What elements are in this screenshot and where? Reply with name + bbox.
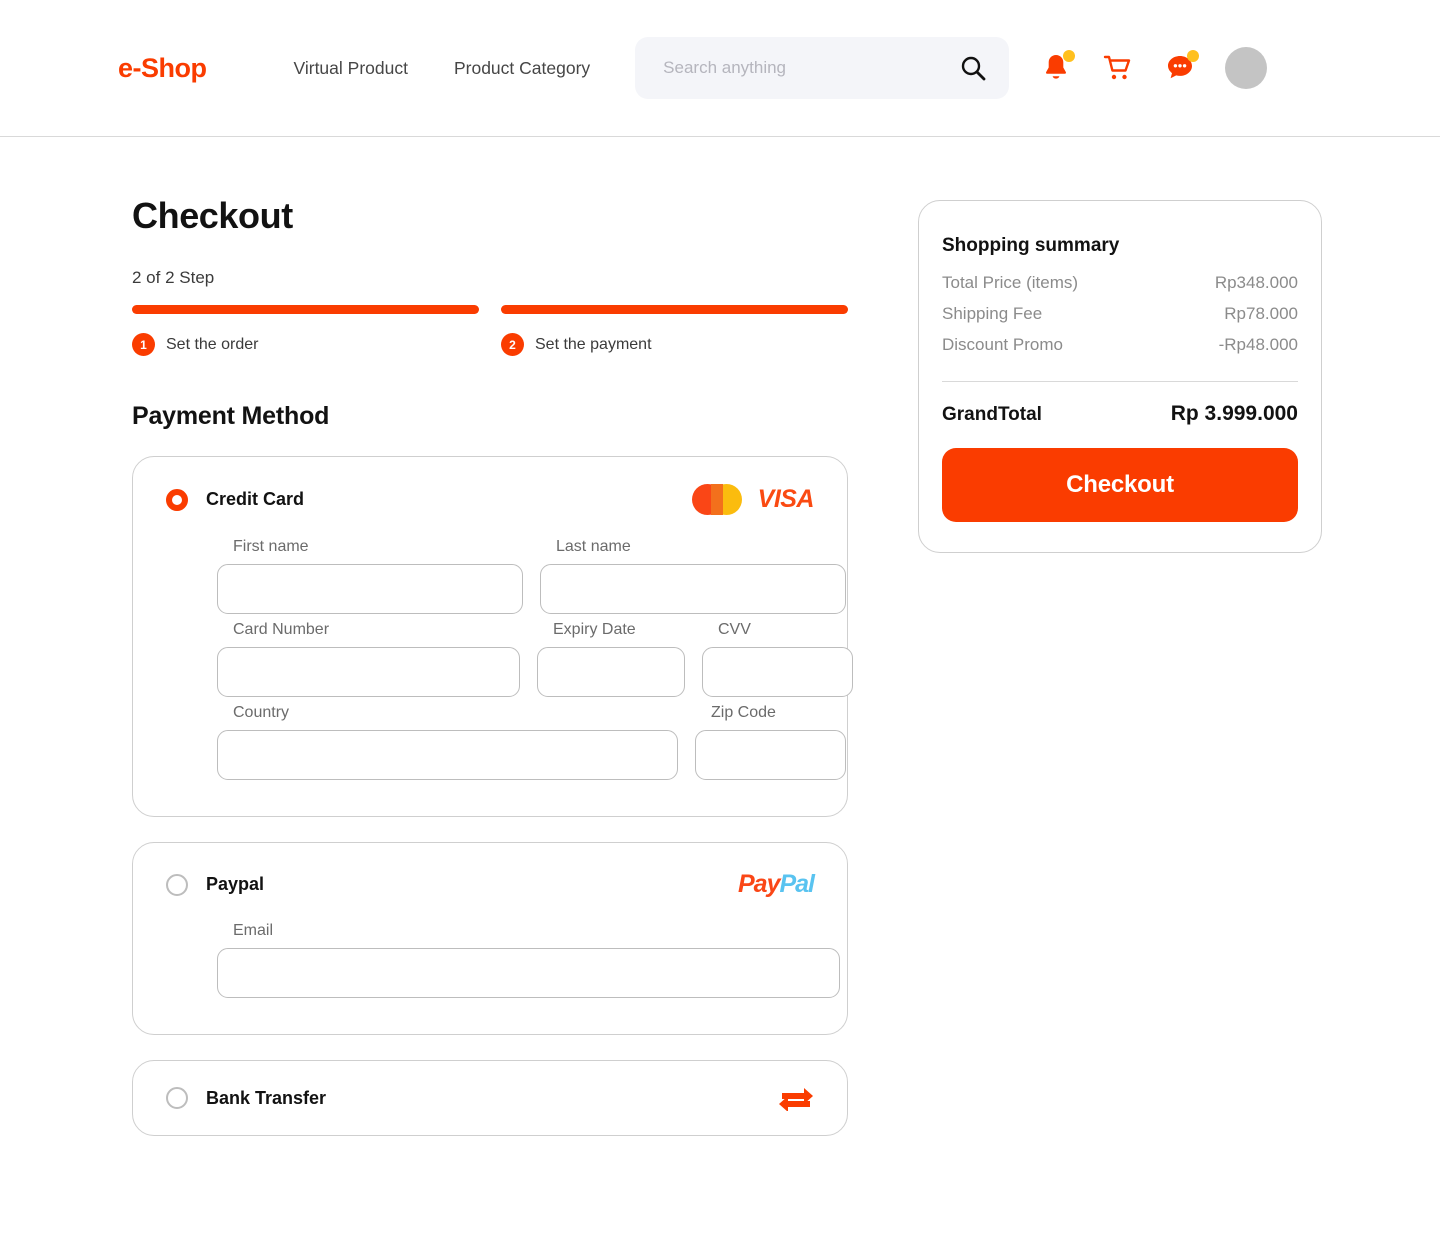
chat-badge [1187, 50, 1200, 62]
user-avatar[interactable] [1225, 47, 1268, 89]
summary-title: Shopping summary [942, 235, 1120, 256]
field-card-number: Card Number [217, 621, 520, 697]
first-name-input[interactable] [217, 564, 523, 614]
last-name-input[interactable] [540, 564, 846, 614]
notification-badge [1063, 50, 1076, 62]
chat-bubble-icon[interactable] [1163, 50, 1200, 85]
payment-option-credit-card[interactable]: Credit Card VISA First name Last name Ca… [132, 456, 853, 817]
field-expiry-date: Expiry Date [537, 621, 685, 697]
total-price-value: Rp348.000 [1214, 273, 1298, 292]
shopping-summary-card: Shopping summary Total Price (items) Rp3… [918, 200, 1322, 553]
card-number-input[interactable] [217, 647, 520, 697]
paypal-header: Paypal PayPal [166, 870, 815, 899]
first-name-label: First name [233, 538, 309, 555]
payment-option-bank-transfer[interactable]: Bank Transfer [132, 1060, 848, 1136]
bank-transfer-label: Bank Transfer [206, 1087, 327, 1108]
credit-card-logos: VISA [691, 484, 815, 515]
paypal-label: Paypal [206, 874, 265, 894]
radio-credit-card[interactable] [166, 488, 188, 511]
payment-option-paypal[interactable]: Paypal PayPal Email [132, 842, 848, 1035]
field-first-name: First name [217, 538, 523, 614]
header-icon-group [1039, 47, 1268, 89]
cvv-input[interactable] [702, 647, 853, 697]
country-label: Country [233, 704, 290, 721]
card-row: Card Number Expiry Date CVV [217, 621, 853, 697]
field-zip-code: Zip Code [695, 704, 846, 780]
radio-bank-transfer[interactable] [166, 1087, 188, 1109]
step-1: 1 Set the order [132, 305, 479, 356]
checkout-button[interactable]: Checkout [942, 448, 1298, 522]
summary-row-discount-promo: Discount Promo -Rp48.000 [942, 335, 1298, 355]
summary-row-shipping-fee: Shipping Fee Rp78.000 [942, 304, 1298, 324]
step-counter-label: 2 of 2 Step [132, 268, 215, 287]
discount-promo-value: -Rp48.000 [1218, 335, 1298, 354]
expiry-date-label: Expiry Date [553, 621, 636, 638]
step-2-progress-bar [501, 305, 848, 314]
paypal-logos: PayPal [737, 870, 815, 899]
discount-promo-label: Discount Promo [942, 335, 1063, 354]
step-2-label: Set the payment [535, 335, 652, 353]
email-row: Email [217, 922, 840, 998]
radio-paypal[interactable] [166, 873, 188, 896]
paypal-form: Email [166, 922, 840, 998]
step-2: 2 Set the payment [501, 305, 848, 356]
email-input[interactable] [217, 948, 840, 998]
field-country: Country [217, 704, 678, 780]
zip-code-input[interactable] [695, 730, 846, 780]
search-input[interactable] [663, 58, 960, 78]
checkout-main-column: Checkout 2 of 2 Step 1 Set the order 2 S… [132, 195, 853, 1136]
site-header: e-Shop Virtual Product Product Category [0, 0, 1440, 137]
main-navigation: Virtual Product Product Category [294, 58, 591, 79]
step-1-label: Set the order [166, 335, 259, 353]
zip-code-label: Zip Code [711, 704, 776, 721]
paypal-logo-pal: Pal [779, 870, 815, 898]
step-1-number: 1 [132, 333, 155, 356]
paypal-logo: PayPal [737, 870, 815, 899]
search-icon[interactable] [959, 54, 987, 82]
shopping-cart-icon[interactable] [1101, 51, 1135, 85]
payment-method-heading: Payment Method [132, 402, 330, 430]
shipping-fee-value: Rp78.000 [1224, 304, 1298, 323]
field-last-name: Last name [540, 538, 846, 614]
step-progress: 1 Set the order 2 Set the payment [132, 305, 848, 356]
name-row: First name Last name [217, 538, 846, 614]
step-1-row[interactable]: 1 Set the order [132, 333, 479, 356]
page-body: Checkout 2 of 2 Step 1 Set the order 2 S… [0, 137, 1440, 1136]
checkout-summary-column: Shopping summary Total Price (items) Rp3… [918, 195, 1322, 1136]
country-input[interactable] [217, 730, 678, 780]
transfer-arrows-icon [778, 1085, 814, 1112]
grand-total-label: GrandTotal [942, 404, 1042, 425]
grand-total-value: Rp 3.999.000 [1170, 402, 1298, 425]
card-number-label: Card Number [233, 621, 330, 638]
mastercard-icon [691, 484, 742, 515]
site-logo[interactable]: e-Shop [118, 53, 207, 84]
summary-row-total-price: Total Price (items) Rp348.000 [942, 273, 1298, 293]
summary-divider [942, 381, 1298, 382]
notification-bell-icon[interactable] [1039, 50, 1076, 85]
summary-row-grand-total: GrandTotal Rp 3.999.000 [942, 402, 1298, 426]
step-2-row[interactable]: 2 Set the payment [501, 333, 848, 356]
nav-item-virtual-product[interactable]: Virtual Product [294, 58, 408, 79]
expiry-date-input[interactable] [537, 647, 685, 697]
field-email: Email [217, 922, 840, 998]
cvv-label: CVV [718, 621, 751, 638]
shipping-fee-label: Shipping Fee [942, 304, 1043, 323]
nav-item-product-category[interactable]: Product Category [454, 58, 590, 79]
visa-logo: VISA [757, 485, 815, 513]
step-2-number: 2 [501, 333, 524, 356]
last-name-label: Last name [556, 538, 631, 555]
total-price-label: Total Price (items) [942, 273, 1079, 292]
search-bar[interactable] [635, 37, 1010, 99]
credit-card-header: Credit Card VISA [166, 484, 815, 515]
field-cvv: CVV [702, 621, 853, 697]
credit-card-form: First name Last name Card Number Expiry [166, 538, 853, 780]
step-1-progress-bar [132, 305, 479, 314]
page-title: Checkout [132, 195, 293, 236]
credit-card-label: Credit Card [206, 489, 305, 509]
country-row: Country Zip Code [217, 704, 846, 780]
email-label: Email [233, 922, 274, 939]
paypal-logo-pay: Pay [737, 870, 780, 898]
